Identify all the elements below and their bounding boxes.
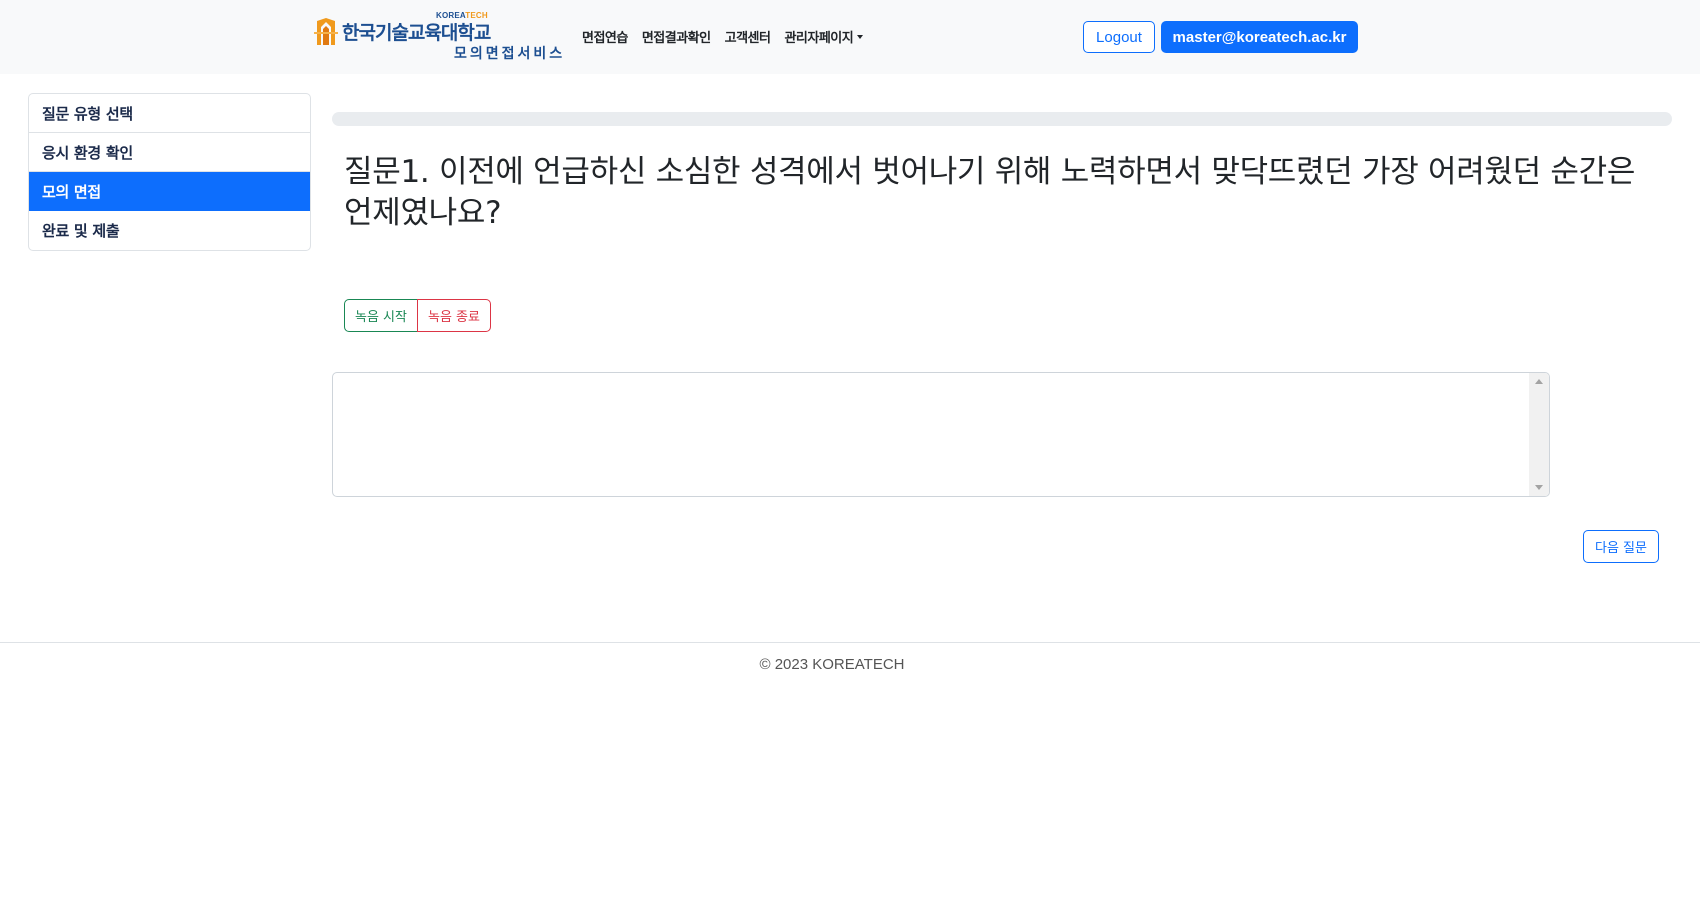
main-nav: 면접연습 면접결과확인 고객센터 관리자페이지 [582,27,877,46]
nav-link-support[interactable]: 고객센터 [725,27,771,46]
scroll-up-arrow-icon[interactable] [1535,379,1543,384]
record-stop-button[interactable]: 녹음 종료 [416,299,491,332]
recording-controls: 녹음 시작 녹음 종료 [344,299,491,332]
university-emblem-icon [314,18,338,45]
logout-button[interactable]: Logout [1083,21,1155,53]
user-account-button[interactable]: master@koreatech.ac.kr [1161,21,1358,53]
question-text: 질문1. 이전에 언급하신 소심한 성격에서 벗어나기 위해 노력하면서 맞닥뜨… [344,154,1636,231]
nav-link-results[interactable]: 면접결과확인 [642,27,711,46]
sidebar-item-submit[interactable]: 완료 및 제출 [29,211,310,250]
nav-dropdown-admin-label: 관리자페이지 [784,31,854,46]
brand-name: 한국기술교육대학교 [342,22,491,44]
nav-dropdown-admin[interactable]: 관리자페이지 [784,27,864,46]
sidebar-item-environment-check[interactable]: 응시 환경 확인 [29,133,310,172]
brand-logo[interactable]: KOREATECH 한국기술교육대학교 모의면접서비스 [314,10,570,64]
sidebar-item-mock-interview[interactable]: 모의 면접 [29,172,310,211]
answer-box [332,372,1550,497]
brand-subtitle: 모의면접서비스 [454,46,566,62]
sidebar-item-question-type[interactable]: 질문 유형 선택 [29,94,310,133]
nav-link-practice[interactable]: 면접연습 [582,27,628,46]
scroll-down-arrow-icon[interactable] [1535,485,1543,490]
step-sidebar: 질문 유형 선택 응시 환경 확인 모의 면접 완료 및 제출 [28,93,311,251]
footer-divider [0,642,1700,643]
record-start-button[interactable]: 녹음 시작 [344,299,418,332]
caret-down-icon [857,35,864,39]
next-question-button[interactable]: 다음 질문 [1583,530,1659,563]
interview-progress-bar [332,112,1672,126]
answer-scrollbar[interactable] [1529,373,1549,496]
top-navbar: KOREATECH 한국기술교육대학교 모의면접서비스 면접연습 면접결과확인 … [0,0,1700,74]
answer-textarea[interactable] [333,373,1529,496]
footer-copyright: © 2023 KOREATECH [759,656,905,673]
